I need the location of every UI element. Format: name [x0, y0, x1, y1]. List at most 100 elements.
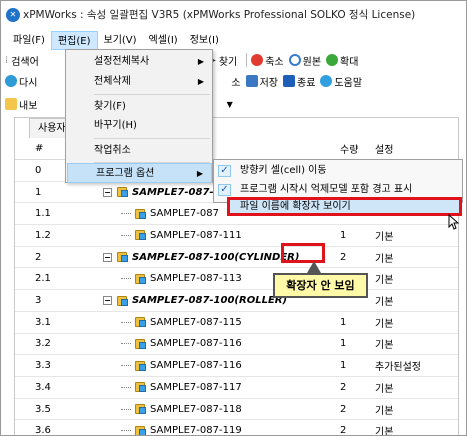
header-setting: 설정 — [375, 145, 394, 156]
collapse-toggle-icon[interactable]: − — [103, 187, 112, 197]
menu-edit[interactable]: 편집(E) — [50, 30, 98, 50]
plus-circle-icon — [326, 54, 339, 66]
chevron-down-icon: ▼ — [226, 99, 233, 109]
row-setting: 기본 — [375, 340, 394, 352]
part-name: SAMPLE7-087-113 — [121, 273, 242, 285]
tree-connector — [121, 234, 131, 236]
find-button[interactable]: ▸ 찾기 — [211, 53, 237, 68]
assembly-name: − SAMPLE7-087-1 — [103, 186, 221, 198]
row-setting: 기본 — [375, 231, 394, 243]
node-label: SAMPLE7-087 — [150, 208, 219, 220]
node-label: SAMPLE7-087-118 — [150, 403, 242, 415]
row-setting: 기본 — [375, 318, 394, 330]
part-icon — [133, 425, 147, 435]
menu-info[interactable]: 정보(I) — [184, 31, 225, 50]
menu-view[interactable]: 보기(V) — [98, 31, 143, 50]
tree-connector — [121, 213, 131, 215]
app-logo-icon: ✕ — [6, 7, 20, 22]
callout-pointer — [307, 261, 321, 273]
mouse-cursor-icon — [448, 214, 460, 230]
row-setting: 기본 — [375, 297, 394, 309]
help-icon — [320, 75, 333, 87]
collapse-toggle-icon[interactable]: − — [103, 252, 112, 262]
table-row[interactable]: 3.5 SAMPLE7-087-118 2 기본 — [15, 399, 458, 421]
shrink-button[interactable]: 축소 — [251, 53, 284, 68]
refresh-icon — [5, 75, 17, 87]
save-button[interactable]: 저장 — [245, 74, 278, 89]
table-row[interactable]: 3.4 SAMPLE7-087-117 2 기본 — [15, 377, 458, 399]
part-name: SAMPLE7-087-118 — [121, 403, 242, 415]
enlarge-button[interactable]: 확대 — [326, 53, 358, 68]
table-row[interactable]: 3.6 SAMPLE7-087-119 2 기본 — [15, 420, 458, 436]
table-row[interactable]: 3 − SAMPLE7-087-100(ROLLER) 기본 — [15, 290, 458, 312]
menu-item-replace[interactable]: 바꾸기(H) — [66, 116, 212, 136]
row-number: 3.4 — [35, 381, 51, 393]
export-icon — [5, 98, 17, 110]
part-name: SAMPLE7-087-116 — [121, 338, 242, 350]
option-arrow-key-move[interactable]: ✓ 방향키 셀(cell) 이동 — [214, 162, 462, 180]
menu-separator — [94, 94, 210, 95]
collapse-toggle-icon[interactable]: − — [103, 296, 112, 306]
row-setting: 기본 — [375, 405, 394, 417]
assembly-name: − SAMPLE7-087-100(ROLLER) — [103, 295, 287, 307]
toolbar-grip-icon: ⁞ — [5, 54, 9, 66]
menu-excel[interactable]: 엑셀(I) — [143, 31, 184, 50]
row-number: 3.1 — [35, 316, 51, 328]
menu-item-delete-all[interactable]: 전체삭제 ▶ — [66, 72, 212, 92]
help-button[interactable]: 도움말 — [320, 74, 362, 89]
original-size-button[interactable]: 원본 — [288, 53, 321, 68]
app-window: ✕ xPMWorks : 속성 일괄편집 V3R5 (xPMWorks Prof… — [0, 0, 467, 436]
row-qty: 2 — [340, 381, 347, 393]
part-icon — [133, 208, 147, 220]
part-icon — [133, 273, 147, 285]
tree-connector — [121, 365, 131, 367]
submenu-arrow-icon: ▶ — [196, 169, 203, 178]
menu-file[interactable]: 파일(F) — [7, 31, 51, 50]
exit-button[interactable]: 종료 — [283, 74, 315, 89]
assembly-icon — [115, 251, 129, 263]
node-label: SAMPLE7-087-111 — [150, 229, 242, 241]
row-setting: 기본 — [375, 253, 394, 265]
missing-extension-marker — [281, 243, 325, 263]
part-name: SAMPLE7-087-117 — [121, 381, 242, 393]
row-number: 2.1 — [35, 273, 51, 285]
node-label: SAMPLE7-087-116 — [150, 360, 242, 372]
menu-item-find[interactable]: 찾기(F) — [66, 97, 212, 117]
row-qty: 1 — [340, 360, 347, 372]
menu-item-copy-all-settings[interactable]: 설정전체복사 ▶ — [66, 52, 212, 72]
assembly-icon — [115, 295, 129, 307]
menu-separator — [94, 138, 210, 139]
menu-item-program-options[interactable]: 프로그램 옵션 ▶ — [67, 163, 212, 183]
edit-menu-dropdown: 설정전체복사 ▶ 전체삭제 ▶ 찾기(F) 바꾸기(H) 작업취소 프로그램 옵… — [65, 49, 213, 183]
row-number: 2 — [35, 251, 42, 263]
tree-connector — [121, 430, 131, 432]
table-row[interactable]: 3.3 SAMPLE7-087-116 1 추가된설정 — [15, 355, 458, 377]
zoom-out-button[interactable]: 소 — [231, 74, 240, 89]
row-qty: 1 — [340, 229, 347, 241]
table-row[interactable]: 2.1SAMPLE7-087-1131기본 — [15, 269, 458, 291]
export-button[interactable]: 내보 — [5, 97, 37, 112]
row-number: 3 — [35, 295, 42, 307]
row-setting: 기본 — [375, 275, 394, 287]
row-qty: 1 — [340, 316, 347, 328]
row-number: 3.3 — [35, 360, 51, 372]
row-number: 1.1 — [35, 208, 51, 220]
part-icon — [133, 316, 147, 328]
table-row[interactable]: 3.2 SAMPLE7-087-116 1 기본 — [15, 334, 458, 356]
menu-item-undo[interactable]: 작업취소 — [66, 141, 212, 161]
exit-icon — [283, 75, 296, 87]
table-row[interactable]: 1.2 SAMPLE7-087-111 1 기본 — [15, 225, 458, 247]
tree-connector — [121, 343, 131, 345]
row-number: 3.2 — [35, 338, 51, 350]
row-qty: 2 — [340, 425, 347, 436]
part-icon — [133, 403, 147, 415]
table-row[interactable]: 3.1 SAMPLE7-087-115 1 기본 — [15, 312, 458, 334]
toolbar-divider — [246, 53, 248, 67]
table-row[interactable]: 2 − SAMPLE7-087-100(CYLINDER) 2 기본 — [15, 247, 458, 269]
checkmark-icon: ✓ — [218, 184, 231, 196]
row-number: 0 — [35, 164, 42, 176]
row-setting: 기본 — [375, 383, 394, 395]
assembly-icon — [115, 186, 129, 198]
option-show-extension[interactable]: 파일 이름에 확장자 보이기 — [227, 197, 462, 216]
reload-button[interactable]: 다시 — [5, 74, 37, 89]
